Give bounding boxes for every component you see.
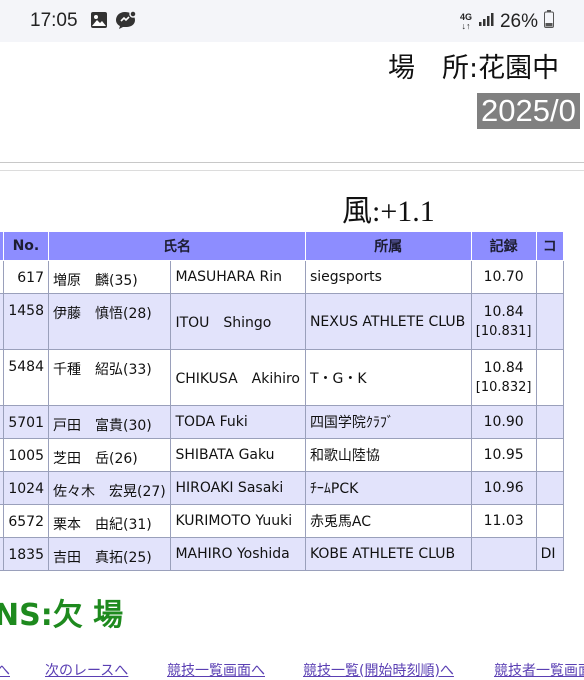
name-en-cell: MAHIRO Yoshida	[170, 537, 306, 571]
record-value: 10.96	[483, 480, 524, 496]
name-jp-cell: 戸田 富貴(30)	[47, 405, 172, 439]
extra-cell	[535, 504, 565, 538]
number-cell: 1835	[2, 537, 50, 571]
number-cell: 1024	[2, 471, 50, 505]
extra-cell: DI	[535, 537, 565, 571]
record-value: 10.84	[483, 360, 524, 376]
col-record: 記録	[470, 231, 537, 261]
gallery-icon	[90, 11, 108, 33]
team-cell: 和歌山陸協	[304, 438, 472, 472]
record-value: 10.90	[483, 414, 524, 430]
team-cell: NEXUS ATHLETE CLUB	[304, 293, 472, 350]
name-jp-cell: 栗本 由紀(31)	[47, 504, 172, 538]
name-jp-cell: 増原 麟(35)	[47, 260, 172, 294]
table-row: 31005芝田 岳(26)SHIBATA Gaku和歌山陸協10.95	[0, 438, 565, 472]
extra-cell	[535, 405, 565, 439]
record-cell: 10.90	[470, 405, 537, 439]
results-table: ツ No. 氏名 所属 記録 コ 3617増原 麟(35)MASUHARA Ri…	[0, 231, 565, 571]
number-cell: 617	[2, 260, 50, 294]
battery-percent: 26%	[499, 11, 538, 32]
messenger-icon	[115, 10, 137, 33]
name-en-cell: KURIMOTO Yuuki	[170, 504, 306, 538]
extra-cell	[535, 260, 565, 294]
table-row: 3617増原 麟(35)MASUHARA Rinsiegsports10.70	[0, 260, 565, 294]
record-detail: [10.831]	[475, 324, 532, 339]
record-cell: 10.84 [10.832]	[470, 349, 537, 406]
extra-cell	[535, 438, 565, 472]
record-cell: 10.96	[470, 471, 537, 505]
name-jp-cell: 芝田 岳(26)	[47, 438, 172, 472]
record-cell	[470, 537, 537, 571]
name-en-cell: HIROAKI Sasaki	[170, 471, 306, 505]
extra-cell	[535, 293, 565, 350]
name-en-cell: SHIBATA Gaku	[170, 438, 306, 472]
status-right: 4G ↓↑ 26%	[460, 10, 554, 34]
dns-legend: NS:欠 場	[0, 598, 124, 633]
status-bar: 17:05 4G ↓↑ 26%	[0, 0, 584, 42]
record-value: 10.95	[483, 447, 524, 463]
table-row: 51024佐々木 宏晃(27)HIROAKI SasakiﾁｰﾑPCK10.96	[0, 471, 565, 505]
number-cell: 5484	[2, 349, 50, 406]
record-cell: 10.95	[470, 438, 537, 472]
venue-label: 場 所:花園中	[388, 53, 560, 84]
col-team: 所属	[304, 231, 472, 261]
record-value: 10.70	[483, 269, 524, 285]
table-row: 26572栗本 由紀(31)KURIMOTO Yuuki赤兎馬AC11.03	[0, 504, 565, 538]
record-cell: 10.84 [10.831]	[470, 293, 537, 350]
link-prev[interactable]: へ	[0, 660, 10, 680]
team-cell: KOBE ATHLETE CLUB	[304, 537, 472, 571]
team-cell: 四国学院ｸﾗﾌﾞ	[304, 405, 472, 439]
link-event-list-by-time[interactable]: 競技一覧(開始時刻順)へ	[303, 660, 454, 680]
number-cell: 6572	[2, 504, 50, 538]
number-cell: 1005	[2, 438, 50, 472]
team-cell: T・G・K	[304, 349, 472, 406]
name-jp-cell: 伊藤 慎悟(28)	[47, 293, 172, 350]
extra-cell	[535, 349, 565, 406]
table-row: 71835吉田 真拓(25)MAHIRO YoshidaKOBE ATHLETE…	[0, 537, 565, 571]
table-header: ツ No. 氏名 所属 記録 コ	[0, 231, 565, 261]
record-value: 11.03	[483, 513, 524, 529]
record-detail: [10.832]	[475, 380, 532, 395]
status-time: 17:05	[30, 10, 78, 31]
extra-cell	[535, 471, 565, 505]
table-row: 55701戸田 富貴(30)TODA Fuki四国学院ｸﾗﾌﾞ10.90	[0, 405, 565, 439]
col-extra: コ	[535, 231, 565, 261]
team-cell: ﾁｰﾑPCK	[304, 471, 472, 505]
team-cell: 赤兎馬AC	[304, 504, 472, 538]
date-label: 2025/0	[477, 93, 580, 129]
divider	[0, 162, 584, 163]
table-row: 1458 伊藤 慎悟(28) ITOU Shingo NEXUS ATHLETE CL…	[0, 293, 565, 350]
name-en-cell: CHIKUSA Akihiro	[170, 349, 306, 406]
record-value: 10.84	[483, 304, 524, 320]
record-cell: 10.70	[470, 260, 537, 294]
signal-icon	[478, 11, 494, 33]
number-cell: 1458	[2, 293, 50, 350]
name-en-cell: MASUHARA Rin	[170, 260, 306, 294]
name-en-cell: TODA Fuki	[170, 405, 306, 439]
battery-icon	[544, 10, 554, 34]
footer-links: へ 次のレースへ 競技一覧画面へ 競技一覧(開始時刻順)へ 競技者一覧画面	[0, 660, 584, 680]
number-cell: 5701	[2, 405, 50, 439]
wind-label: 風:+1.1	[342, 195, 435, 228]
col-name: 氏名	[48, 231, 306, 261]
team-cell: siegsports	[304, 260, 472, 294]
name-en-cell: ITOU Shingo	[170, 293, 306, 350]
name-jp-cell: 千種 紹弘(33)	[47, 349, 172, 406]
record-cell: 11.03	[470, 504, 537, 538]
link-athlete-list[interactable]: 競技者一覧画面	[494, 660, 584, 680]
table-row: 45484千種 紹弘(33)CHIKUSA AkihiroT・G・K10.84[…	[0, 349, 565, 406]
name-jp-cell: 吉田 真拓(25)	[47, 537, 172, 571]
col-number: No.	[2, 231, 50, 261]
network-type: 4G ↓↑	[459, 12, 472, 31]
divider	[0, 170, 584, 171]
name-jp-cell: 佐々木 宏晃(27)	[47, 471, 172, 505]
link-next-race[interactable]: 次のレースへ	[45, 660, 128, 680]
link-event-list[interactable]: 競技一覧画面へ	[167, 660, 265, 680]
